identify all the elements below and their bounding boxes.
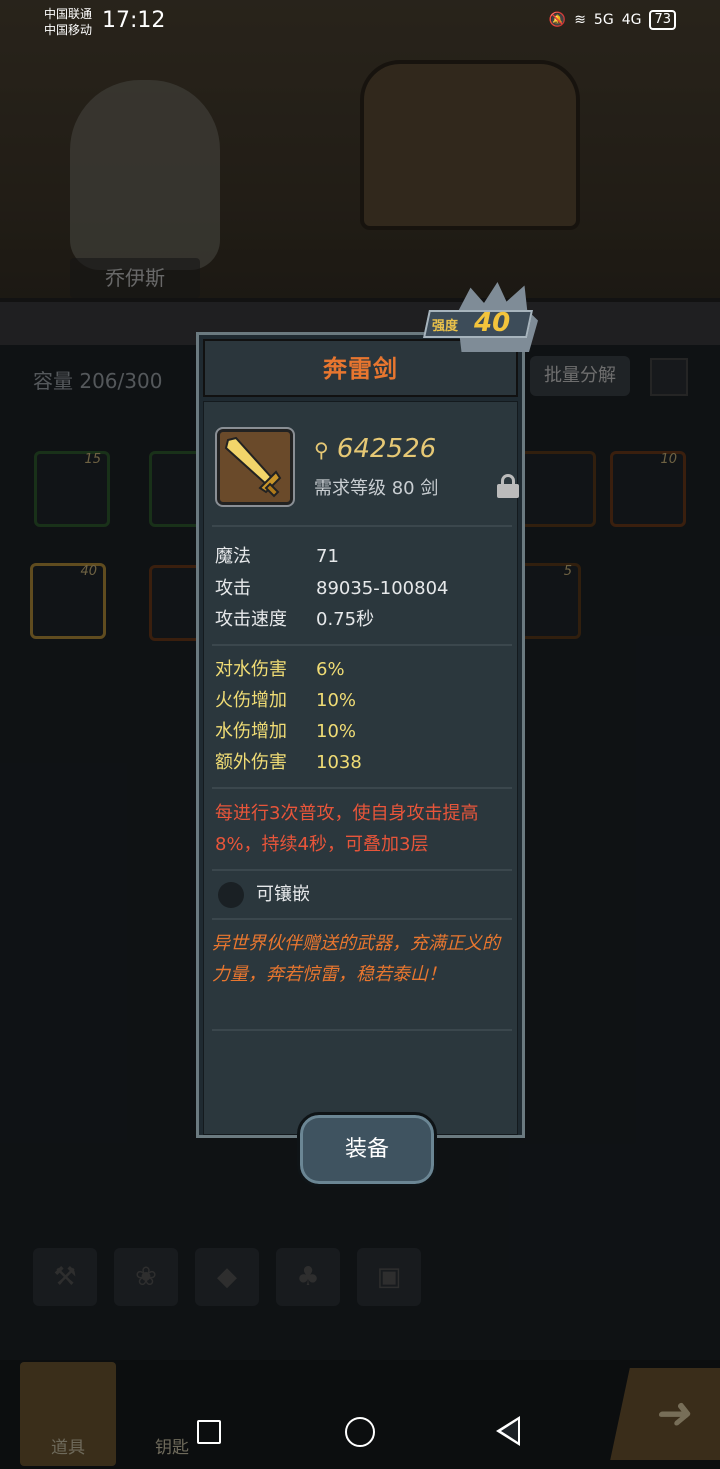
bonus-stat-row: 额外伤害 1038 (215, 752, 362, 773)
power-icon: ⚲ (314, 438, 329, 462)
skill-description: 每进行3次普攻，使自身攻击提高8%，持续4秒，可叠加3层 (215, 803, 479, 855)
stat-row: 魔法 71 (215, 546, 339, 567)
clock: 17:12 (102, 8, 166, 33)
home-button[interactable] (345, 1417, 375, 1447)
wifi-icon: ≋ (574, 12, 586, 28)
signal-4g: 4G (621, 12, 642, 28)
lock-icon[interactable] (497, 474, 519, 498)
strength-badge: 强度 40 (418, 282, 538, 352)
bonus-stat-row: 火伤增加 10% (215, 690, 357, 711)
equip-button[interactable]: 装备 (297, 1112, 437, 1187)
item-title: 奔雷剑 (323, 355, 398, 383)
socket-label: 可镶嵌 (256, 884, 310, 905)
battery-level: 73 (649, 10, 676, 30)
power-value: 642526 (336, 434, 437, 464)
bonus-stat-row: 水伤增加 10% (215, 721, 357, 742)
divider (212, 787, 512, 789)
recents-button[interactable] (197, 1420, 221, 1444)
back-button[interactable] (496, 1416, 520, 1446)
mute-icon: 🔕 (548, 12, 567, 28)
stat-row: 攻击速度 0.75秒 (215, 609, 375, 630)
strength-value: 40 (474, 308, 511, 338)
carrier-1: 中国联通 (44, 7, 93, 21)
lore-text: 异世界伙伴赠送的武器，充满正义的力量，奔若惊雷，稳若泰山！ (212, 933, 500, 985)
signal-5g: 5G (593, 12, 614, 28)
popup-body: ⚲ 642526 需求等级 80 剑 魔法 71 攻击 89035-100804 攻… (203, 401, 519, 1187)
divider (212, 1029, 512, 1031)
divider (212, 869, 512, 871)
sword-item-icon (215, 427, 295, 507)
item-detail-popup: 奔雷剑 ⚲ 642526 需求等级 80 剑 魔法 71 攻击 89035-1008… (196, 332, 525, 1187)
socket-icon (218, 882, 244, 908)
divider (212, 525, 512, 527)
divider (212, 644, 512, 646)
system-nav-bar (0, 1400, 720, 1464)
stat-row: 攻击 89035-100804 (215, 578, 449, 599)
strength-label: 强度 (432, 319, 459, 334)
bonus-stat-row: 对水伤害 6% (215, 659, 345, 680)
requirement-text: 需求等级 80 剑 (314, 478, 439, 499)
status-bar: 中国联通 中国移动 17:12 🔕 ≋ 5G 4G 73 (0, 0, 720, 44)
carrier-2: 中国移动 (44, 23, 93, 37)
divider (212, 918, 512, 920)
